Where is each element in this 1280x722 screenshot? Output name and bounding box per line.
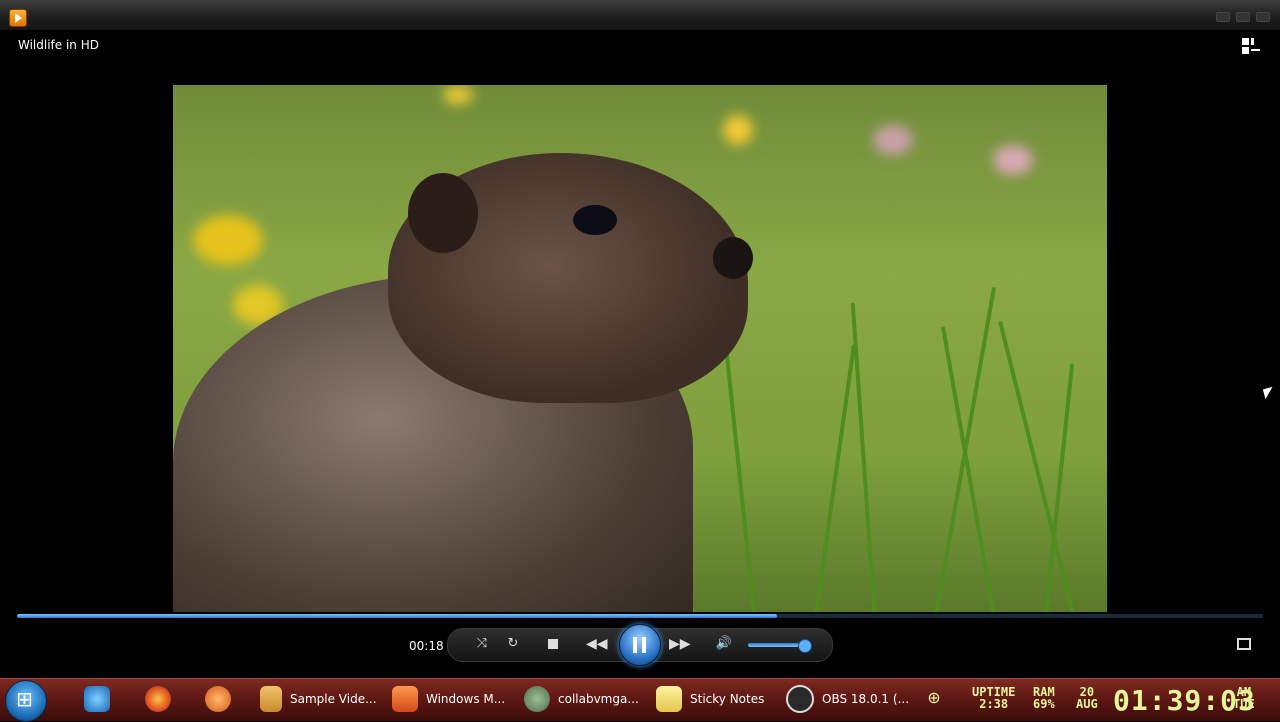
flower-bokeh <box>193 215 263 265</box>
taskbar-item-label: Sticky Notes <box>690 692 765 706</box>
switch-to-library-icon[interactable] <box>1242 38 1260 54</box>
volume-icon[interactable]: 🔊 <box>714 636 734 652</box>
marmot-nose <box>713 237 753 279</box>
taskbar-item-sample-videos[interactable]: Sample Vide... <box>260 682 377 716</box>
close-button[interactable] <box>1256 12 1270 22</box>
video-frame[interactable] <box>173 85 1107 612</box>
repeat-icon[interactable]: ↻ <box>503 636 523 652</box>
taskbar-pin-media-player[interactable] <box>205 682 239 716</box>
grass-blade <box>850 302 877 612</box>
fullscreen-icon[interactable] <box>1237 638 1251 650</box>
clock-weekday: TUE <box>1233 697 1255 711</box>
start-button[interactable] <box>5 680 47 722</box>
sticky-notes-icon <box>656 686 682 712</box>
taskbar-item-label: Sample Vide... <box>290 692 377 706</box>
grass-blade <box>998 320 1077 612</box>
flower-bokeh <box>443 85 473 105</box>
taskbar-item-windows-media-player[interactable]: Windows M... <box>392 682 505 716</box>
stop-icon[interactable] <box>548 639 558 649</box>
seek-bar[interactable] <box>17 614 1263 618</box>
ampm-readout: AM TUE <box>1233 686 1255 710</box>
add-gadget-icon[interactable]: ⊕ <box>924 690 944 706</box>
taskbar-item-sticky-notes[interactable]: Sticky Notes <box>656 682 764 716</box>
taskbar-item-label: OBS 18.0.1 (... <box>822 692 910 706</box>
taskbar-item-collabvm[interactable]: collabvmga... <box>524 682 639 716</box>
collabvm-icon <box>524 686 550 712</box>
uptime-readout: UPTIME 2:38 <box>972 686 1015 710</box>
video-title: Wildlife in HD <box>18 38 99 52</box>
folder-icon <box>260 686 282 712</box>
ram-value: 69% <box>1033 697 1055 711</box>
windows-media-player-icon <box>205 686 231 712</box>
shuffle-icon[interactable]: ⤨ <box>472 636 492 652</box>
minimize-button[interactable] <box>1216 12 1230 22</box>
grass-blade <box>1043 363 1075 612</box>
taskbar-item-label: collabvmga... <box>558 692 639 706</box>
internet-explorer-icon <box>84 686 110 712</box>
media-player-app-icon[interactable] <box>9 9 27 27</box>
flower-bokeh <box>873 125 913 155</box>
taskbar-item-obs[interactable]: OBS 18.0.1 (... <box>786 682 909 716</box>
volume-slider-thumb[interactable] <box>797 639 812 653</box>
pause-button[interactable] <box>619 624 661 666</box>
grass-blade <box>813 344 856 612</box>
elapsed-time: 00:18 <box>409 639 444 653</box>
window-caption-buttons <box>1216 12 1270 22</box>
grass-blade <box>940 326 997 612</box>
marmot-ear <box>408 173 478 253</box>
previous-icon[interactable]: ◀◀ <box>586 636 608 652</box>
seek-bar-fill <box>17 614 778 618</box>
flower-bokeh <box>723 115 753 145</box>
marmot-eye <box>573 205 617 235</box>
date-readout: 20 AUG <box>1076 686 1098 710</box>
grass-blade <box>721 323 757 612</box>
ram-readout: RAM 69% <box>1033 686 1055 710</box>
uptime-value: 2:38 <box>979 697 1009 711</box>
taskbar-pin-firefox[interactable] <box>145 682 179 716</box>
date-month: AUG <box>1076 697 1098 711</box>
window-titlebar[interactable] <box>0 0 1280 31</box>
windows-media-player-icon <box>392 686 418 712</box>
taskbar-item-label: Windows M... <box>426 692 506 706</box>
taskbar-pin-ie[interactable] <box>84 682 118 716</box>
obs-icon <box>786 685 814 713</box>
maximize-button[interactable] <box>1236 12 1250 22</box>
flower-bokeh <box>993 145 1033 175</box>
firefox-icon <box>145 686 171 712</box>
pause-icon <box>642 637 646 653</box>
pause-icon <box>633 637 637 653</box>
next-icon[interactable]: ▶▶ <box>669 636 691 652</box>
